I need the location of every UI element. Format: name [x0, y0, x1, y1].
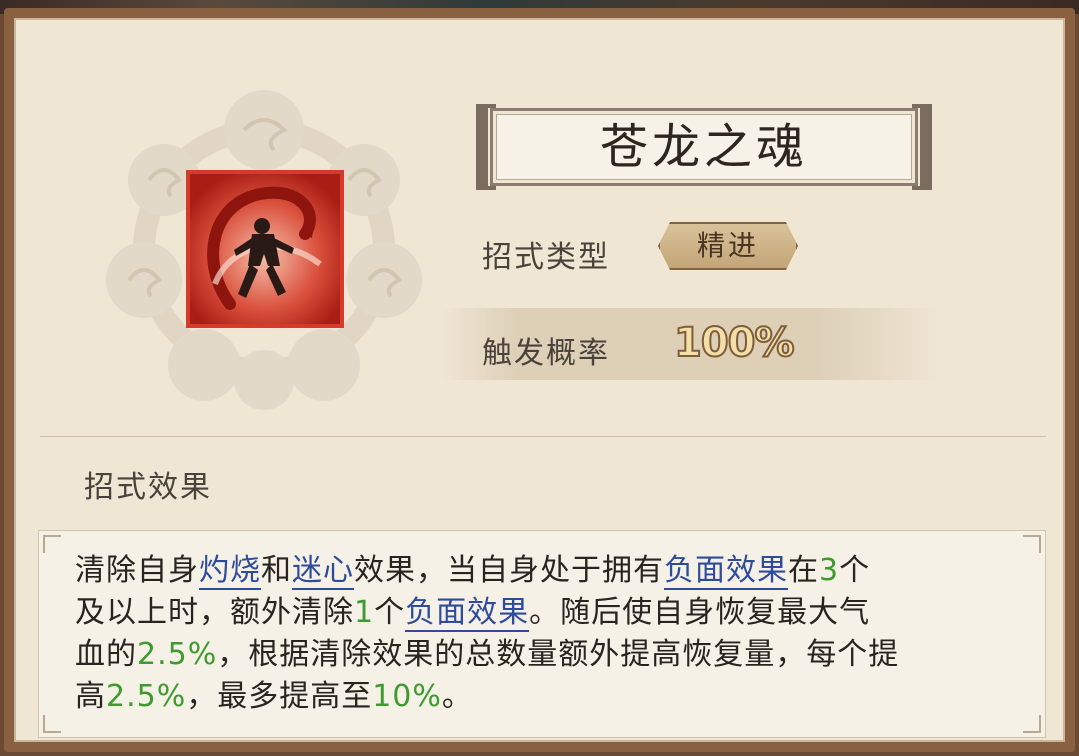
corner-decoration [1023, 715, 1041, 733]
description-text: ，最多提高至 [186, 679, 373, 714]
description-text: 个 [839, 553, 871, 588]
skill-type-label: 招式类型 [482, 240, 610, 275]
corner-decoration [1023, 535, 1041, 553]
description-text: 和 [261, 553, 292, 588]
section-divider [40, 436, 1046, 437]
keyword-link[interactable]: 负面效果 [405, 595, 530, 632]
description-text: 。 [441, 679, 473, 714]
description-text: 。随后使自身恢复最大气 [529, 595, 871, 630]
skill-type-badge: 精进 [658, 222, 798, 270]
keyword-link[interactable]: 负面效果 [664, 553, 788, 590]
numeric-value: 10% [372, 679, 442, 714]
keyword-link[interactable]: 迷心 [292, 553, 354, 590]
numeric-value: 3 [819, 553, 840, 588]
numeric-value: 2.5% [137, 637, 218, 672]
numeric-value: 1 [354, 595, 375, 630]
description-text: 及以上时，额外清除 [75, 595, 354, 630]
description-text: 效果，当自身处于拥有 [354, 553, 664, 588]
description-line: 血的2.5%，根据清除效果的总数量额外提高恢复量，每个提 [75, 629, 899, 673]
trigger-rate-label: 触发概率 [482, 336, 610, 371]
skill-title-plaque: 苍龙之魂 [476, 104, 932, 190]
effect-section-title: 招式效果 [84, 470, 212, 505]
dragon-warrior-icon [190, 174, 340, 324]
description-line: 及以上时，额外清除1个负面效果。随后使自身恢复最大气 [75, 587, 871, 632]
description-line: 高2.5%，最多提高至10%。 [75, 671, 473, 715]
description-text: 清除自身 [75, 553, 199, 588]
description-text: 高 [75, 679, 106, 714]
description-text: 个 [374, 595, 406, 630]
description-line: 清除自身灼烧和迷心效果，当自身处于拥有负面效果在3个 [75, 545, 871, 590]
description-text: 血的 [75, 637, 137, 672]
skill-name: 苍龙之魂 [599, 119, 808, 175]
dialog-frame: 苍龙之魂 招式类型 精进 触发概率 100% 招式效果 清除自身灼烧和迷心效果，… [4, 8, 1075, 752]
trigger-rate-value: 100% [673, 319, 796, 367]
numeric-value: 2.5% [106, 679, 187, 714]
description-text: 在 [788, 553, 819, 588]
corner-decoration [43, 535, 61, 553]
skill-icon[interactable] [186, 170, 344, 328]
corner-decoration [43, 715, 61, 733]
effect-description-box: 清除自身灼烧和迷心效果，当自身处于拥有负面效果在3个 及以上时，额外清除1个负面… [38, 530, 1046, 738]
skill-detail-panel: 苍龙之魂 招式类型 精进 触发概率 100% 招式效果 清除自身灼烧和迷心效果，… [14, 18, 1065, 742]
description-text: ，根据清除效果的总数量额外提高恢复量，每个提 [217, 637, 900, 672]
keyword-link[interactable]: 灼烧 [199, 553, 261, 590]
